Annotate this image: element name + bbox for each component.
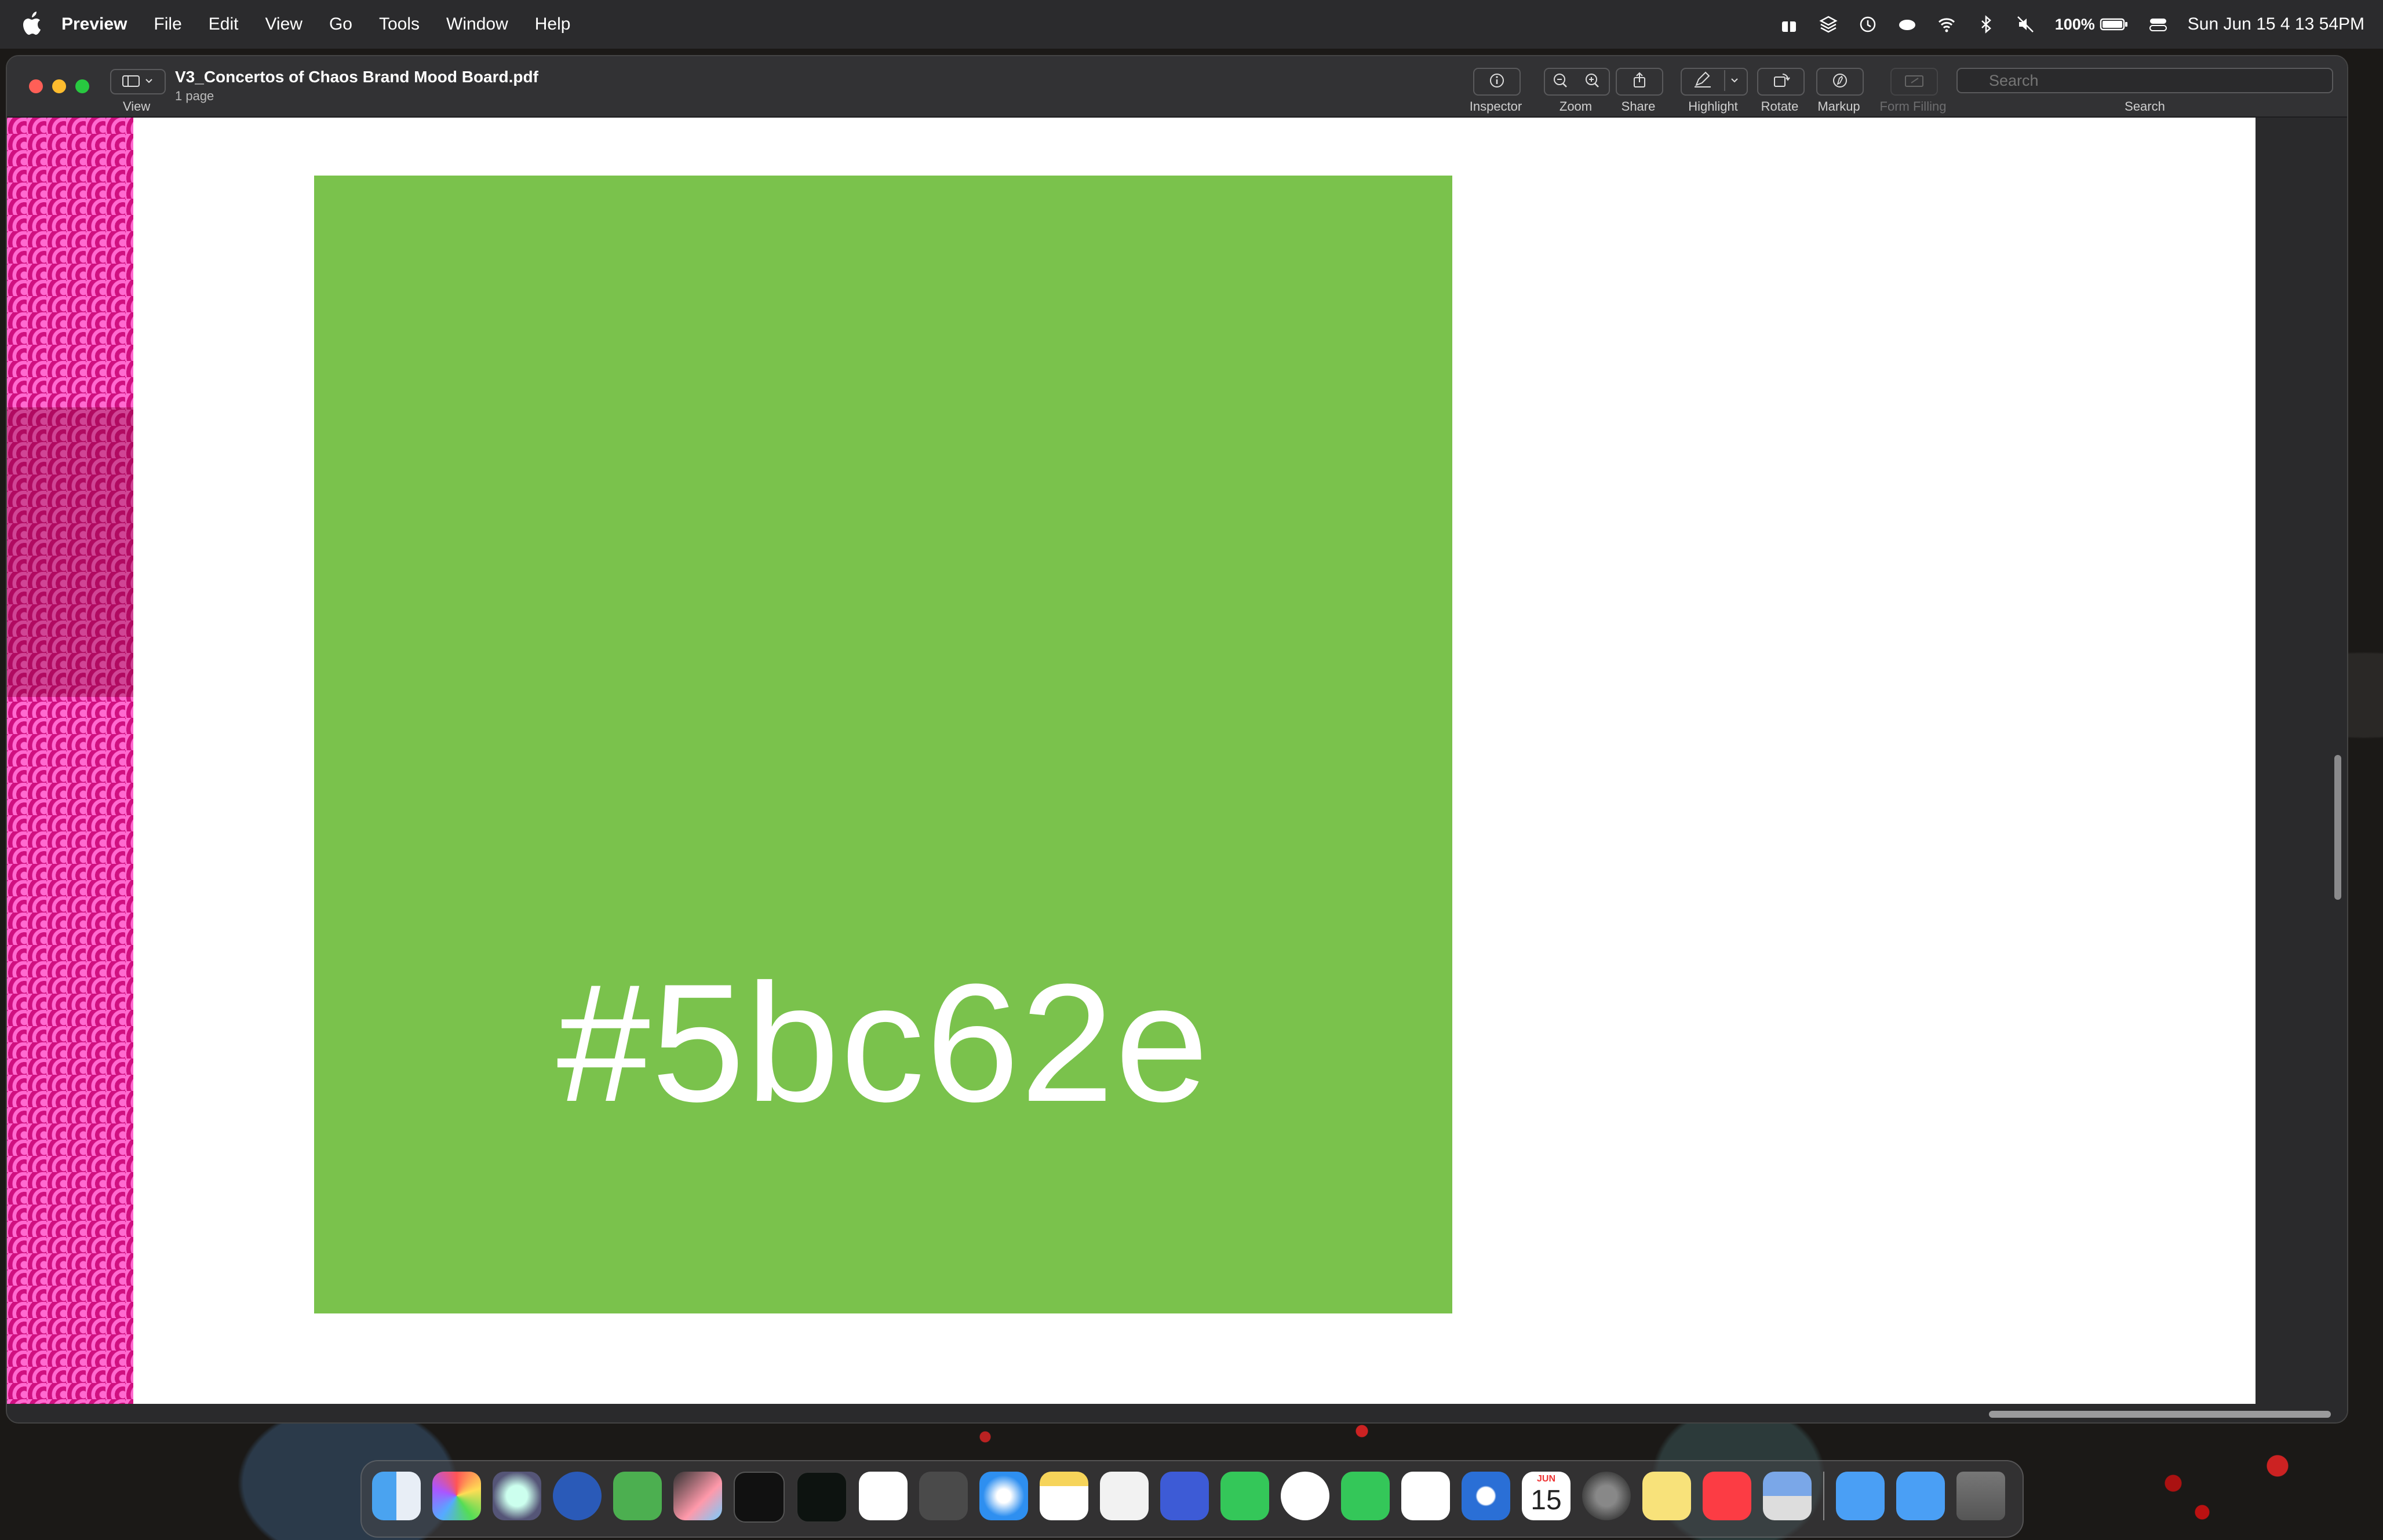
highlight-button[interactable] bbox=[1681, 68, 1748, 96]
time-machine-icon[interactable] bbox=[1858, 14, 1878, 34]
rotate-icon bbox=[1774, 74, 1790, 87]
document-area[interactable]: #5bc62e bbox=[7, 118, 2347, 1422]
safari-icon[interactable] bbox=[979, 1472, 1028, 1520]
bluetooth-icon[interactable] bbox=[1976, 14, 1996, 34]
menu-go[interactable]: Go bbox=[329, 14, 352, 34]
gift-icon[interactable] bbox=[1779, 14, 1799, 34]
calendar-day: 15 bbox=[1531, 1485, 1562, 1516]
trash-icon[interactable] bbox=[1956, 1472, 2005, 1520]
facetime-icon[interactable] bbox=[1220, 1472, 1269, 1520]
document-page-count: 1 page bbox=[175, 89, 214, 103]
form-filling-label: Form Filling bbox=[1879, 99, 1947, 114]
title-bar: View V3_Concertos of Chaos Brand Mood Bo… bbox=[7, 56, 2347, 118]
dock: JUN 15 bbox=[360, 1460, 2024, 1538]
share-button[interactable] bbox=[1616, 68, 1663, 96]
battery-percent: 100% bbox=[2054, 15, 2095, 33]
calendar-month: JUN bbox=[1536, 1474, 1555, 1484]
quicktime-icon[interactable] bbox=[493, 1472, 541, 1520]
fullscreen-button[interactable] bbox=[75, 79, 89, 93]
finder-icon[interactable] bbox=[372, 1472, 421, 1520]
search-input[interactable] bbox=[1956, 68, 2333, 93]
document-title: V3_Concertos of Chaos Brand Mood Board.p… bbox=[175, 68, 538, 86]
vscode-icon[interactable] bbox=[859, 1472, 908, 1520]
cloud-drive-icon[interactable] bbox=[1897, 14, 1917, 34]
share-icon bbox=[1634, 72, 1645, 87]
sidebar-icon bbox=[122, 75, 152, 87]
messenger-icon[interactable] bbox=[1281, 1472, 1329, 1520]
music-icon[interactable] bbox=[1703, 1472, 1751, 1520]
zoom-in-icon[interactable] bbox=[1577, 68, 1609, 93]
messages-icon[interactable] bbox=[1341, 1472, 1390, 1520]
layers-icon[interactable] bbox=[1819, 14, 1838, 34]
launchpad-icon[interactable] bbox=[432, 1472, 481, 1520]
oscar-icon[interactable] bbox=[553, 1472, 602, 1520]
menu-help[interactable]: Help bbox=[535, 14, 571, 34]
sublime-icon[interactable] bbox=[919, 1472, 968, 1520]
o2-icon[interactable] bbox=[613, 1472, 662, 1520]
menu-items: Preview File Edit View Go Tools Window H… bbox=[61, 0, 597, 49]
slack-icon[interactable] bbox=[1401, 1472, 1450, 1520]
control-center-icon[interactable] bbox=[2148, 14, 2168, 34]
markup-icon bbox=[1833, 74, 1847, 87]
system-settings-icon[interactable] bbox=[1582, 1472, 1631, 1520]
status-area: 100% Sun Jun 15 4 13 54PM bbox=[1759, 0, 2364, 49]
sound-muted-icon[interactable] bbox=[2016, 14, 2035, 34]
search-label: Search bbox=[2125, 99, 2165, 114]
thumbnail-texture bbox=[7, 407, 133, 697]
zoom-out-icon[interactable] bbox=[1545, 68, 1577, 93]
view-menu-button[interactable] bbox=[110, 69, 166, 94]
zoom-label: Zoom bbox=[1559, 99, 1593, 114]
page-thumbnail-sidebar[interactable] bbox=[7, 118, 133, 1404]
terminal-dark-icon[interactable] bbox=[796, 1472, 847, 1523]
preview-app-icon[interactable] bbox=[1763, 1472, 1812, 1520]
preview-icon[interactable] bbox=[1100, 1472, 1149, 1520]
hex-color-label: #5bc62e bbox=[556, 949, 1210, 1137]
menu-window[interactable]: Window bbox=[446, 14, 508, 34]
markup-button[interactable] bbox=[1816, 68, 1864, 96]
form-filling-button[interactable] bbox=[1890, 68, 1938, 96]
dock-icons: JUN 15 bbox=[372, 1472, 2017, 1523]
final-cut-icon[interactable] bbox=[673, 1472, 722, 1520]
markup-label: Markup bbox=[1817, 99, 1860, 114]
menu-edit[interactable]: Edit bbox=[209, 14, 239, 34]
screens-icon[interactable] bbox=[1160, 1472, 1209, 1520]
rotate-label: Rotate bbox=[1761, 99, 1799, 114]
info-icon bbox=[1490, 74, 1504, 87]
view-label: View bbox=[123, 99, 151, 114]
battery-icon[interactable] bbox=[2100, 14, 2129, 34]
share-label: Share bbox=[1621, 99, 1656, 114]
menu-tools[interactable]: Tools bbox=[379, 14, 420, 34]
menu-clock[interactable]: Sun Jun 15 4 13 54PM bbox=[2188, 14, 2364, 34]
horizontal-scrollbar[interactable] bbox=[1989, 1411, 2331, 1418]
applications-folder-icon[interactable] bbox=[1836, 1472, 1885, 1520]
notes-icon[interactable] bbox=[1040, 1472, 1088, 1520]
minimize-button[interactable] bbox=[52, 79, 66, 93]
inspector-button[interactable] bbox=[1473, 68, 1521, 96]
stickies-icon[interactable] bbox=[1642, 1472, 1691, 1520]
pdf-page[interactable]: #5bc62e bbox=[133, 118, 2256, 1404]
menu-app-name[interactable]: Preview bbox=[61, 14, 127, 34]
wifi-icon[interactable] bbox=[1937, 14, 1956, 34]
color-swatch: #5bc62e bbox=[314, 176, 1452, 1313]
highlight-pen-icon bbox=[1695, 70, 1738, 91]
dock-separator bbox=[1823, 1472, 1824, 1520]
browser-icon[interactable] bbox=[1462, 1472, 1510, 1520]
calendar-icon[interactable]: JUN 15 bbox=[1522, 1472, 1571, 1520]
preview-window: View V3_Concertos of Chaos Brand Mood Bo… bbox=[6, 55, 2348, 1424]
menu-file[interactable]: File bbox=[154, 14, 181, 34]
downloads-folder-icon[interactable] bbox=[1896, 1472, 1945, 1520]
inspector-label: Inspector bbox=[1469, 99, 1522, 114]
highlight-label: Highlight bbox=[1688, 99, 1738, 114]
menu-view[interactable]: View bbox=[265, 14, 302, 34]
vertical-scrollbar[interactable] bbox=[2334, 755, 2341, 900]
menu-bar: Preview File Edit View Go Tools Window H… bbox=[0, 0, 2383, 49]
apple-menu-icon[interactable] bbox=[22, 10, 45, 37]
close-button[interactable] bbox=[29, 79, 43, 93]
terminal-icon[interactable] bbox=[734, 1472, 785, 1523]
rotate-button[interactable] bbox=[1757, 68, 1805, 96]
form-filling-icon bbox=[1905, 75, 1923, 87]
zoom-buttons[interactable] bbox=[1544, 68, 1610, 96]
